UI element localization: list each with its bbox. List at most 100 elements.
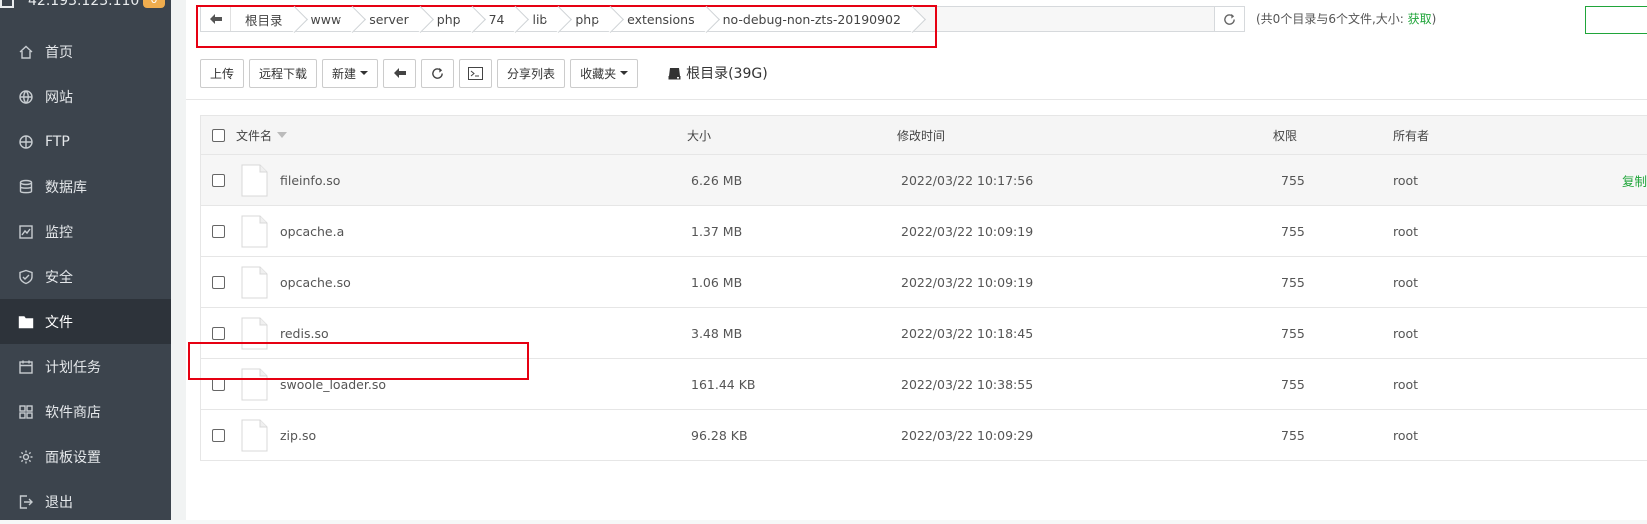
home-icon — [18, 44, 34, 60]
server-header: 42.193.123.110 0 — [0, 0, 171, 18]
file-size: 6.26 MB — [691, 172, 743, 188]
favorites-button[interactable]: 收藏夹 — [570, 58, 639, 88]
toolbar-divider — [186, 99, 1647, 100]
file-size: 3.48 MB — [691, 325, 743, 341]
sidebar-item-ftp[interactable]: FTP — [0, 119, 171, 164]
file-icon — [241, 215, 268, 248]
sidebar-item-label: 网站 — [45, 89, 73, 106]
file-perm[interactable]: 755 — [1273, 326, 1388, 341]
header-name[interactable]: 文件名 — [236, 127, 677, 144]
share-list-button[interactable]: 分享列表 — [497, 58, 566, 88]
sidebar-item-label: 首页 — [45, 44, 73, 61]
favorites-button-label: 收藏夹 — [580, 66, 617, 81]
file-perm[interactable]: 755 — [1273, 173, 1388, 188]
sidebar-item-label: 软件商店 — [45, 404, 101, 421]
sort-down-icon — [277, 132, 288, 138]
file-icon — [241, 317, 268, 350]
breadcrumb-item[interactable]: no-debug-non-zts-20190902 — [708, 7, 915, 31]
file-name[interactable]: fileinfo.so — [280, 173, 340, 188]
sidebar-item-monitor[interactable]: 监控 — [0, 209, 171, 254]
notification-badge[interactable]: 0 — [143, 0, 165, 8]
header-size[interactable]: 大小 — [677, 127, 887, 144]
database-icon — [18, 179, 34, 195]
sidebar-item-logout[interactable]: 退出 — [0, 479, 171, 524]
breadcrumb-item[interactable]: 根目录 — [231, 7, 297, 31]
file-perm[interactable]: 755 — [1273, 428, 1388, 443]
sidebar-item-shield[interactable]: 安全 — [0, 254, 171, 299]
terminal-icon — [468, 66, 484, 80]
sidebar-item-database[interactable]: 数据库 — [0, 164, 171, 209]
row-checkbox[interactable] — [212, 377, 225, 391]
sidebar-item-folder[interactable]: 文件 — [0, 299, 171, 344]
row-checkbox[interactable] — [212, 173, 225, 187]
file-name[interactable]: swoole_loader.so — [280, 377, 386, 392]
header-mtime[interactable]: 修改时间 — [887, 127, 1273, 144]
path-input-area[interactable] — [914, 7, 1214, 31]
back-button[interactable] — [201, 7, 231, 31]
file-table: 文件名 大小 修改时间 权限 所有者 fileinfo.so 6.26 MB 202… — [200, 115, 1647, 461]
file-perm[interactable]: 755 — [1273, 275, 1388, 290]
refresh-icon — [432, 67, 443, 79]
file-icon — [241, 164, 268, 197]
disk-selector[interactable]: 根目录(39G) — [668, 63, 768, 83]
upload-button[interactable]: 上传 — [200, 58, 245, 88]
file-owner[interactable]: root — [1388, 377, 1588, 392]
caret-down-icon — [620, 71, 629, 75]
path-bar: 根目录 www server php 74 lib php extensions no-debu… — [200, 6, 1245, 32]
sidebar-item-apps[interactable]: 软件商店 — [0, 389, 171, 434]
sidebar-item-calendar[interactable]: 计划任务 — [0, 344, 171, 389]
file-owner[interactable]: root — [1388, 173, 1588, 188]
table-row[interactable]: redis.so 3.48 MB 2022/03/22 10:18:45 755 roo… — [201, 308, 1647, 359]
file-owner[interactable]: root — [1388, 275, 1588, 290]
row-checkbox[interactable] — [212, 224, 225, 238]
directory-summary-text: (共0个目录与6个文件,大小: — [1256, 12, 1408, 26]
row-action-copy[interactable]: 复制 — [1588, 171, 1647, 190]
file-perm[interactable]: 755 — [1273, 224, 1388, 239]
toolbar: 上传 远程下载 新建 分享列表 收藏夹 根目录(39G) — [200, 58, 768, 88]
sidebar-item-label: 数据库 — [45, 179, 87, 196]
refresh-button[interactable] — [421, 58, 455, 88]
file-owner[interactable]: root — [1388, 224, 1588, 239]
select-all-checkbox[interactable] — [212, 128, 225, 142]
breadcrumb-item[interactable]: extensions — [613, 7, 709, 31]
table-row[interactable]: fileinfo.so 6.26 MB 2022/03/22 10:17:56 755… — [201, 155, 1647, 206]
header-name-label: 文件名 — [236, 128, 273, 143]
row-checkbox[interactable] — [212, 428, 225, 442]
file-owner[interactable]: root — [1388, 326, 1588, 341]
file-name[interactable]: redis.so — [280, 326, 329, 341]
get-size-link[interactable]: 获取 — [1408, 12, 1432, 26]
table-row[interactable]: opcache.so 1.06 MB 2022/03/22 10:09:19 755 r… — [201, 257, 1647, 308]
file-owner[interactable]: root — [1388, 428, 1588, 443]
file-mtime: 2022/03/22 10:18:45 — [901, 325, 1034, 341]
file-name[interactable]: zip.so — [280, 428, 316, 443]
sidebar-item-home[interactable]: 首页 — [0, 29, 171, 74]
table-row[interactable]: opcache.a 1.37 MB 2022/03/22 10:09:19 755 ro… — [201, 206, 1647, 257]
caret-down-icon — [360, 71, 369, 75]
logout-icon — [18, 494, 34, 510]
table-row[interactable]: swoole_loader.so 161.44 KB 2022/03/22 10:3… — [201, 359, 1647, 410]
sidebar-item-label: 安全 — [45, 269, 73, 286]
ftp-icon — [18, 134, 34, 150]
remote-download-button[interactable]: 远程下载 — [249, 58, 318, 88]
terminal-button[interactable] — [459, 58, 493, 88]
row-checkbox[interactable] — [212, 275, 225, 289]
breadcrumb: 根目录 www server php 74 lib php extensions no-debu… — [231, 7, 915, 31]
sidebar-item-globe[interactable]: 网站 — [0, 74, 171, 119]
main-area: 根目录 www server php 74 lib php extensions no-debu… — [171, 0, 1647, 520]
file-size: 96.28 KB — [691, 427, 748, 443]
file-perm[interactable]: 755 — [1273, 377, 1388, 392]
file-size: 1.37 MB — [691, 223, 743, 239]
back-dir-button[interactable] — [383, 58, 417, 88]
file-mtime: 2022/03/22 10:09:19 — [901, 274, 1034, 290]
table-row[interactable]: zip.so 96.28 KB 2022/03/22 10:09:29 755 root — [201, 410, 1647, 461]
arrow-left-icon — [393, 68, 406, 78]
refresh-path-button[interactable] — [1214, 7, 1244, 31]
file-name[interactable]: opcache.a — [280, 224, 344, 239]
gear-icon — [18, 449, 34, 465]
apps-icon — [18, 404, 34, 420]
row-checkbox[interactable] — [212, 326, 225, 340]
sidebar-item-gear[interactable]: 面板设置 — [0, 434, 171, 479]
search-input[interactable] — [1585, 6, 1647, 34]
file-name[interactable]: opcache.so — [280, 275, 351, 290]
new-button[interactable]: 新建 — [322, 58, 379, 88]
